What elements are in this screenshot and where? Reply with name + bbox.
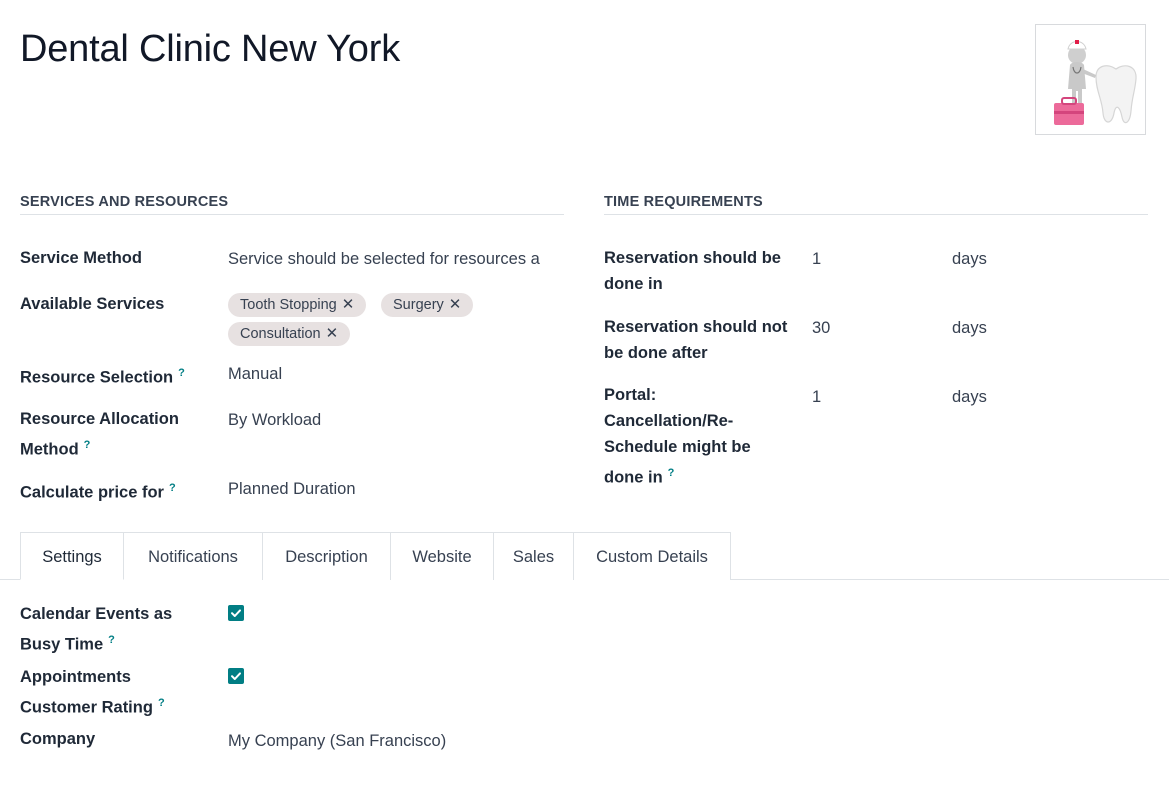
label-line: Portal: <box>604 386 657 404</box>
reservation-done-in-unit: days <box>952 250 987 268</box>
resource-allocation-label-line1: Resource Allocation <box>20 410 179 428</box>
time-section-divider <box>604 214 1148 215</box>
service-method-label: Service Method <box>20 249 142 267</box>
label-line: Reservation should be <box>604 249 781 267</box>
reservation-done-in-label: Reservation should be done in <box>604 245 781 297</box>
checkmark-icon <box>231 609 241 617</box>
calculate-price-field[interactable]: Planned Duration <box>228 476 356 502</box>
help-tooltip-icon[interactable]: ? <box>84 439 91 451</box>
label-line: Calendar Events as <box>20 605 173 623</box>
resource-allocation-field[interactable]: By Workload <box>228 407 321 433</box>
label-line: Cancellation/Re- <box>604 412 734 430</box>
label-line: done in <box>604 275 663 293</box>
resource-allocation-label-line2: Method <box>20 440 79 459</box>
portal-cancellation-unit: days <box>952 388 987 406</box>
available-services-label: Available Services <box>20 295 165 313</box>
service-tag-label: Consultation <box>240 326 321 342</box>
resource-selection-field[interactable]: Manual <box>228 361 282 387</box>
reservation-not-after-unit: days <box>952 319 987 337</box>
help-tooltip-icon[interactable]: ? <box>668 467 675 479</box>
checkmark-icon <box>231 672 241 680</box>
service-tag: Tooth Stopping ✕ <box>228 293 367 317</box>
tab-website[interactable]: Website <box>391 532 494 580</box>
service-tag-label: Surgery <box>393 297 444 313</box>
help-tooltip-icon[interactable]: ? <box>108 634 115 646</box>
label-line: Appointments <box>20 668 131 686</box>
record-image[interactable] <box>1035 24 1146 135</box>
tab-description[interactable]: Description <box>263 532 391 580</box>
label-line: Reservation should not <box>604 318 788 336</box>
resource-selection-label-text: Resource Selection <box>20 368 174 387</box>
busy-time-label: Calendar Events as Busy Time? <box>20 601 172 658</box>
time-section-title: TIME REQUIREMENTS <box>604 194 763 210</box>
reservation-done-in-field[interactable]: 1 <box>812 246 821 272</box>
label-line: Busy Time <box>20 635 104 654</box>
label-line: be done after <box>604 344 708 362</box>
label-line: Schedule might be <box>604 438 751 456</box>
company-field[interactable]: My Company (San Francisco) <box>228 728 446 754</box>
customer-rating-checkbox[interactable] <box>228 668 244 684</box>
services-section-divider <box>20 214 564 215</box>
services-section-title: SERVICES AND RESOURCES <box>20 194 229 210</box>
nurse-and-tooth-illustration-icon <box>1054 40 1137 125</box>
remove-tag-icon[interactable]: ✕ <box>326 325 339 342</box>
resource-allocation-label: Resource Allocation Method? <box>20 406 179 463</box>
reservation-not-after-field[interactable]: 30 <box>812 315 830 341</box>
service-tag: Surgery ✕ <box>381 293 474 317</box>
remove-tag-icon[interactable]: ✕ <box>342 296 355 313</box>
busy-time-checkbox[interactable] <box>228 605 244 621</box>
service-tag-label: Tooth Stopping <box>240 297 337 313</box>
calculate-price-label-text: Calculate price for <box>20 483 164 502</box>
help-tooltip-icon[interactable]: ? <box>158 697 165 709</box>
label-line: Customer Rating <box>20 698 153 717</box>
portal-cancellation-field[interactable]: 1 <box>812 384 821 410</box>
tab-sales[interactable]: Sales <box>494 532 574 580</box>
customer-rating-label: Appointments Customer Rating? <box>20 664 165 721</box>
tab-custom-details[interactable]: Custom Details <box>574 532 731 580</box>
service-method-field[interactable]: Service should be selected for resources… <box>228 246 544 272</box>
resource-selection-label: Resource Selection? <box>20 360 185 391</box>
remove-tag-icon[interactable]: ✕ <box>449 296 462 313</box>
page-title: Dental Clinic New York <box>20 28 400 70</box>
portal-cancellation-label: Portal: Cancellation/Re- Schedule might … <box>604 382 751 491</box>
tab-settings[interactable]: Settings <box>20 532 124 580</box>
reservation-not-after-label: Reservation should not be done after <box>604 314 787 366</box>
tab-notifications[interactable]: Notifications <box>124 532 263 580</box>
calculate-price-label: Calculate price for? <box>20 475 176 506</box>
service-tag: Consultation ✕ <box>228 322 351 346</box>
company-label: Company <box>20 730 96 748</box>
help-tooltip-icon[interactable]: ? <box>169 482 176 494</box>
label-line: done in <box>604 468 663 487</box>
help-tooltip-icon[interactable]: ? <box>178 367 185 379</box>
